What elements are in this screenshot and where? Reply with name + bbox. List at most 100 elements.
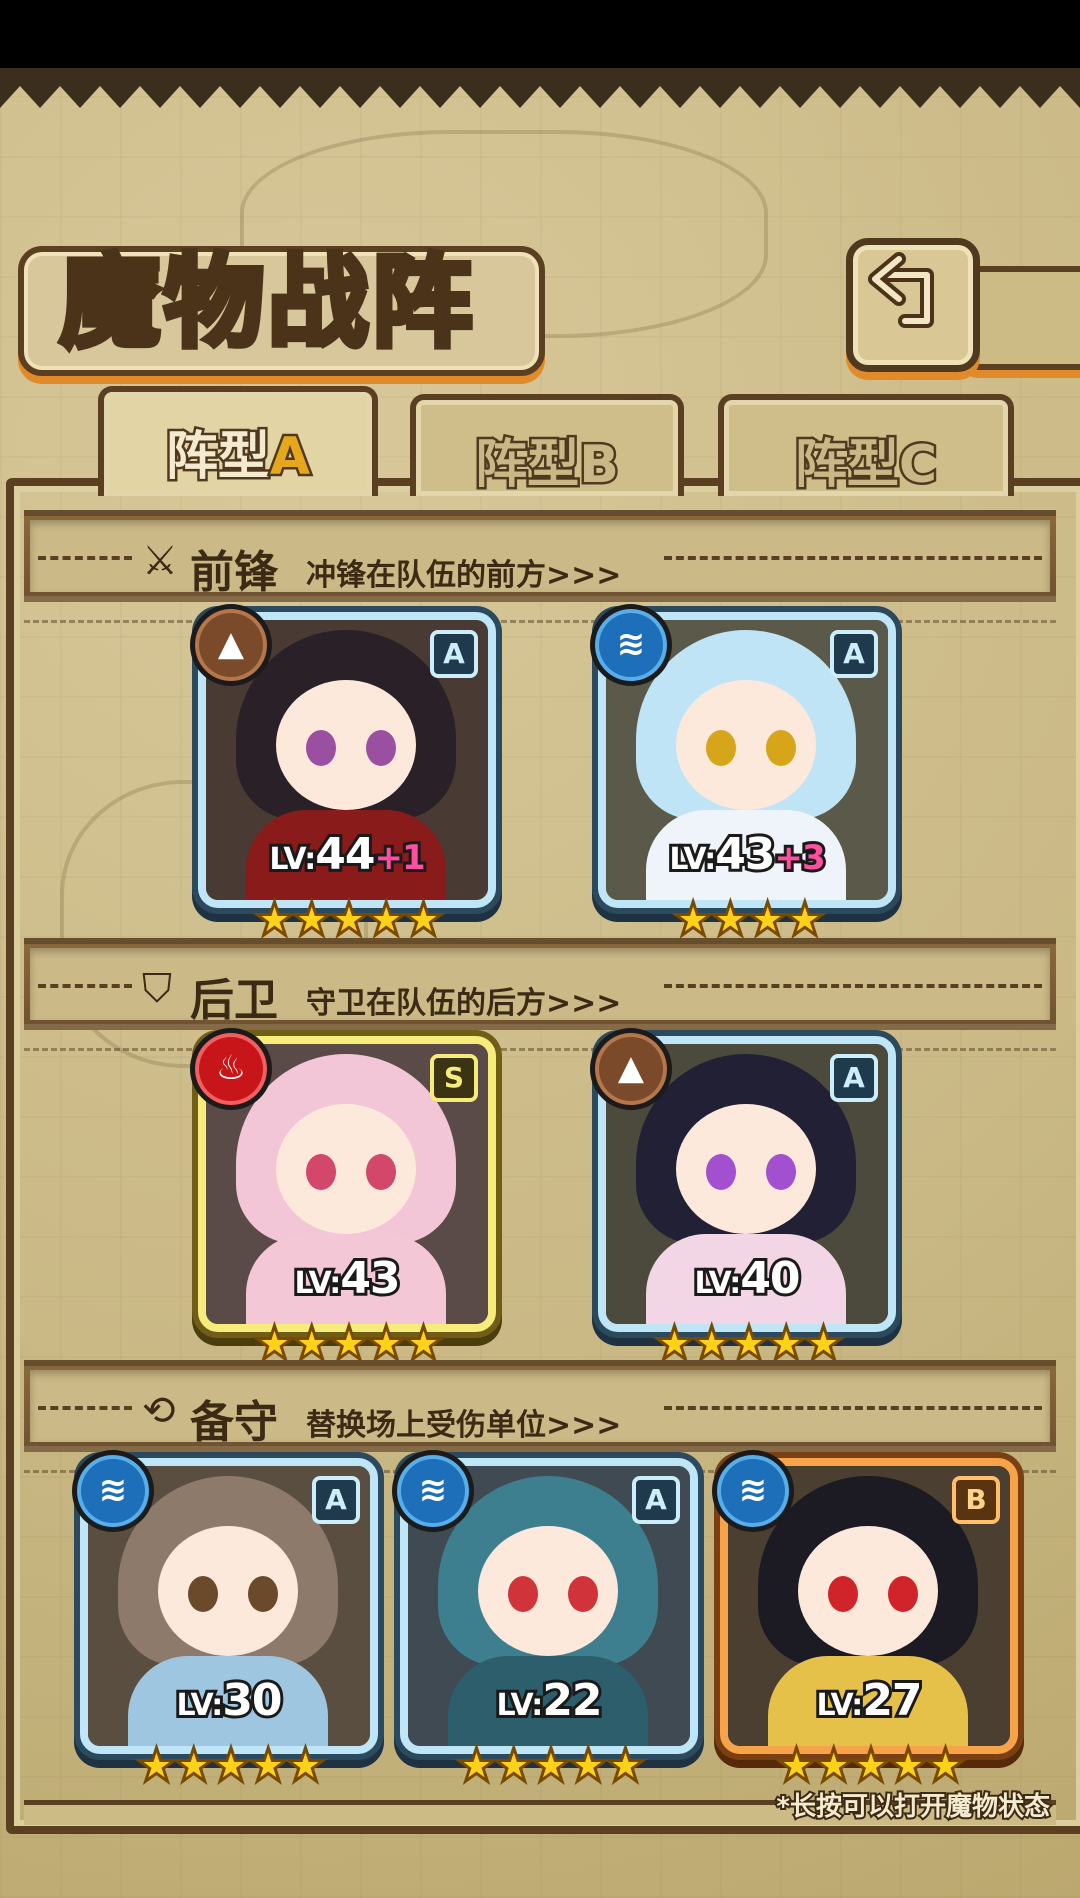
star-rating: ★★★★★ <box>252 892 445 946</box>
monster-card[interactable]: ♨ S LV:43 ★★★★★ <box>190 1028 496 1370</box>
level-value: 43 <box>337 1250 403 1307</box>
level-label: LV:30 <box>88 1672 370 1729</box>
section-title: 备守 <box>190 1397 278 1448</box>
level-value: 40 <box>737 1250 803 1307</box>
portrait-eye <box>306 730 336 766</box>
section-rearguard: ⛉ 后卫 守卫在队伍的后方>>> <box>24 938 1056 1030</box>
portrait-eye <box>706 730 736 766</box>
divider <box>24 620 1056 623</box>
rank-badge: B <box>952 1476 1000 1524</box>
star-rating: ★★★★ <box>671 892 827 946</box>
portrait-eye <box>508 1576 538 1612</box>
tab-formation-a[interactable]: 阵型A <box>98 386 378 496</box>
section-description: 冲锋在队伍的前方>>> <box>306 558 622 593</box>
back-arrow-icon <box>868 252 934 328</box>
status-bar <box>0 0 1080 68</box>
level-bonus: +1 <box>371 835 428 881</box>
rank-badge: A <box>830 1054 878 1102</box>
portrait-eye <box>706 1154 736 1190</box>
portrait-eye <box>828 1576 858 1612</box>
level-prefix: LV: <box>291 1263 344 1304</box>
portrait-eye <box>188 1576 218 1612</box>
section-title: 后卫 <box>190 975 278 1026</box>
monster-card[interactable]: ≋ A LV:30 ★★★★★ <box>72 1450 378 1792</box>
shield-icon: ⛉ <box>142 966 172 1012</box>
tab-formation-b[interactable]: 阵型B <box>410 394 684 498</box>
tab-prefix: 阵型 <box>792 433 901 498</box>
monster-card[interactable]: ▲ A LV:44+1 ★★★★★ <box>190 604 496 946</box>
divider <box>664 556 1042 564</box>
monster-card[interactable]: ≋ A LV:22 ★★★★★ <box>392 1450 698 1792</box>
section-description: 替换场上受伤单位>>> <box>306 1408 622 1443</box>
tab-label: 阵型B <box>416 422 678 498</box>
level-label: LV:27 <box>728 1672 1010 1729</box>
tab-label: 阵型C <box>724 422 1008 498</box>
star-rating: ★★★★★ <box>774 1738 967 1792</box>
divider <box>38 1406 132 1414</box>
divider <box>38 556 132 564</box>
water-element-icon: ≋ <box>590 604 672 686</box>
rank-badge: A <box>312 1476 360 1524</box>
star-rating: ★★★★★ <box>134 1738 327 1792</box>
level-prefix: LV: <box>266 839 319 880</box>
level-bonus: +3 <box>771 835 828 881</box>
divider <box>664 1406 1042 1414</box>
portrait-eye <box>248 1576 278 1612</box>
level-prefix: LV: <box>666 839 719 880</box>
monster-card[interactable]: ▲ A LV:40 ★★★★★ <box>590 1028 896 1370</box>
long-press-hint: *长按可以打开魔物状态 <box>774 1790 1052 1824</box>
monster-card[interactable]: ≋ A LV:43+3 ★★★★ <box>590 604 896 946</box>
level-prefix: LV: <box>173 1685 226 1726</box>
portrait-eye <box>306 1154 336 1190</box>
rank-badge: S <box>430 1054 478 1102</box>
tab-suffix: C <box>896 433 939 498</box>
page-title: 魔物战阵 <box>57 240 476 364</box>
section-reserve: ⟲ 备守 替换场上受伤单位>>> <box>24 1360 1056 1452</box>
tab-formation-c[interactable]: 阵型C <box>718 394 1014 498</box>
tab-label: 阵型A <box>104 414 372 490</box>
portrait-eye <box>766 1154 796 1190</box>
water-element-icon: ≋ <box>392 1450 474 1532</box>
tab-prefix: 阵型 <box>473 433 582 498</box>
portrait-eye <box>766 730 796 766</box>
portrait-eye <box>366 730 396 766</box>
level-prefix: LV: <box>493 1685 546 1726</box>
level-label: LV:44+1 <box>206 826 488 883</box>
level-prefix: LV: <box>691 1263 744 1304</box>
level-value: 44 <box>312 826 378 883</box>
section-description: 守卫在队伍的后方>>> <box>306 986 622 1021</box>
back-button[interactable] <box>846 238 980 372</box>
portrait-eye <box>888 1576 918 1612</box>
star-rating: ★★★★★ <box>454 1738 647 1792</box>
rank-badge: A <box>632 1476 680 1524</box>
tab-prefix: 阵型 <box>163 425 272 490</box>
level-label: LV:22 <box>408 1672 690 1729</box>
torn-edge-decoration <box>0 68 1080 108</box>
level-value: 43 <box>712 826 778 883</box>
divider <box>664 984 1042 992</box>
level-label: LV:40 <box>606 1250 888 1307</box>
portrait-eye <box>568 1576 598 1612</box>
sword-icon: ⚔ <box>142 538 178 584</box>
earth-element-icon: ▲ <box>590 1028 672 1110</box>
swap-icon: ⟲ <box>142 1388 176 1434</box>
level-prefix: LV: <box>813 1685 866 1726</box>
rank-badge: A <box>430 630 478 678</box>
divider <box>24 1048 1056 1051</box>
divider <box>38 984 132 992</box>
water-element-icon: ≋ <box>712 1450 794 1532</box>
fire-element-icon: ♨ <box>190 1028 272 1110</box>
level-value: 22 <box>539 1672 605 1729</box>
portrait-eye <box>366 1154 396 1190</box>
tab-suffix: B <box>577 433 622 498</box>
water-element-icon: ≋ <box>72 1450 154 1532</box>
section-vanguard: ⚔ 前锋 冲锋在队伍的前方>>> <box>24 510 1056 602</box>
level-value: 30 <box>219 1672 285 1729</box>
level-label: LV:43 <box>206 1250 488 1307</box>
earth-element-icon: ▲ <box>190 604 272 686</box>
rank-badge: A <box>830 630 878 678</box>
level-label: LV:43+3 <box>606 826 888 883</box>
monster-card[interactable]: ≋ B LV:27 ★★★★★ <box>712 1450 1018 1792</box>
formation-tabs: 阵型A 阵型B 阵型C <box>18 386 1060 498</box>
tab-suffix: A <box>267 425 312 490</box>
